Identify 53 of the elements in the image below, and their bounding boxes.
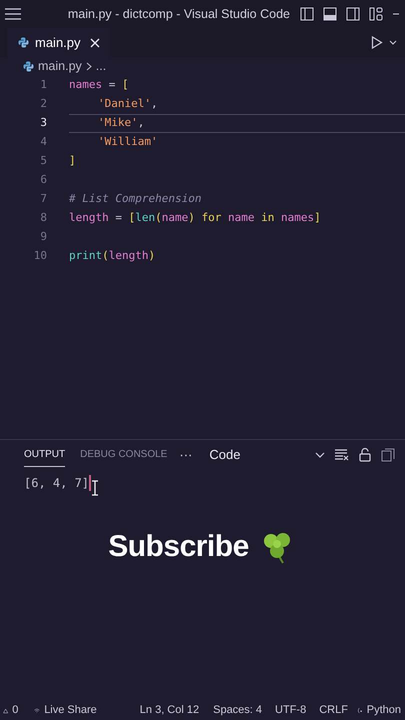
subscribe-caption: Subscribe <box>108 529 249 565</box>
line-number: 6 <box>39 172 47 188</box>
line-number: 9 <box>39 229 47 246</box>
line-number: 10 <box>32 248 47 264</box>
clear-output-icon[interactable] <box>335 449 349 461</box>
menu-icon[interactable] <box>5 8 21 20</box>
braces-icon[interactable] <box>358 705 363 716</box>
python-file-icon <box>23 60 34 72</box>
code-line: names = [ <box>69 77 130 94</box>
code-line: # List Comprehension <box>69 191 202 208</box>
code-line: 'Daniel', <box>97 96 159 112</box>
code-line: length = [len(name) for name in names] <box>69 210 322 226</box>
line-number: 7 <box>39 191 47 208</box>
window-title: main.py - dictcomp - Visual Studio Code <box>68 6 290 23</box>
line-number: 2 <box>39 96 47 112</box>
secondary-sidebar-icon[interactable] <box>346 7 360 21</box>
chevron-right-icon <box>86 62 92 70</box>
code-line: 'Mike', <box>69 114 405 133</box>
more-actions[interactable]: ··· <box>179 445 192 465</box>
indentation-setting[interactable]: Spaces: 4 <box>213 702 262 719</box>
python-file-icon <box>18 37 29 48</box>
encoding-setting[interactable]: UTF-8 <box>275 702 306 719</box>
breadcrumb-item[interactable]: main.py <box>38 56 82 76</box>
cursor-position[interactable]: Ln 3, Col 12 <box>140 702 200 719</box>
panel-tab[interactable]: DEBUG CONSOLE <box>80 443 168 467</box>
output-text: [6, 4, 7] <box>24 475 90 492</box>
chevron-down-icon[interactable] <box>315 452 325 458</box>
line-number: 3 <box>39 115 47 132</box>
code-line: 'William' <box>97 134 159 150</box>
layout-grid-icon[interactable] <box>369 7 383 21</box>
breadcrumb-item[interactable]: ... <box>96 56 106 76</box>
line-number: 4 <box>39 134 47 150</box>
tab-label: main.py <box>35 34 81 52</box>
code-line: ] <box>69 153 77 170</box>
line-number: 5 <box>39 153 47 170</box>
copy-icon[interactable] <box>381 448 395 462</box>
output-channel-select[interactable]: Code <box>209 445 240 465</box>
chevron-down-icon[interactable] <box>389 40 397 46</box>
run-icon[interactable] <box>371 36 383 49</box>
line-number: 8 <box>39 210 47 226</box>
live-share-button[interactable]: Live Share <box>44 702 97 719</box>
sidebar-layout-icon[interactable] <box>300 7 314 21</box>
editor-tab[interactable]: main.py <box>7 28 110 57</box>
problems-count[interactable]: 0 <box>12 702 18 719</box>
language-mode[interactable]: Python <box>366 702 401 719</box>
panel-tab[interactable]: OUTPUT <box>24 443 66 467</box>
close-icon[interactable] <box>90 38 100 48</box>
line-number: 1 <box>39 77 47 94</box>
text-cursor-icon <box>91 480 100 496</box>
unlock-icon[interactable] <box>359 448 371 462</box>
code-line: print(length) <box>69 248 156 264</box>
line-ending-setting[interactable]: CRLF <box>319 702 348 719</box>
panel-layout-icon[interactable] <box>323 7 337 21</box>
